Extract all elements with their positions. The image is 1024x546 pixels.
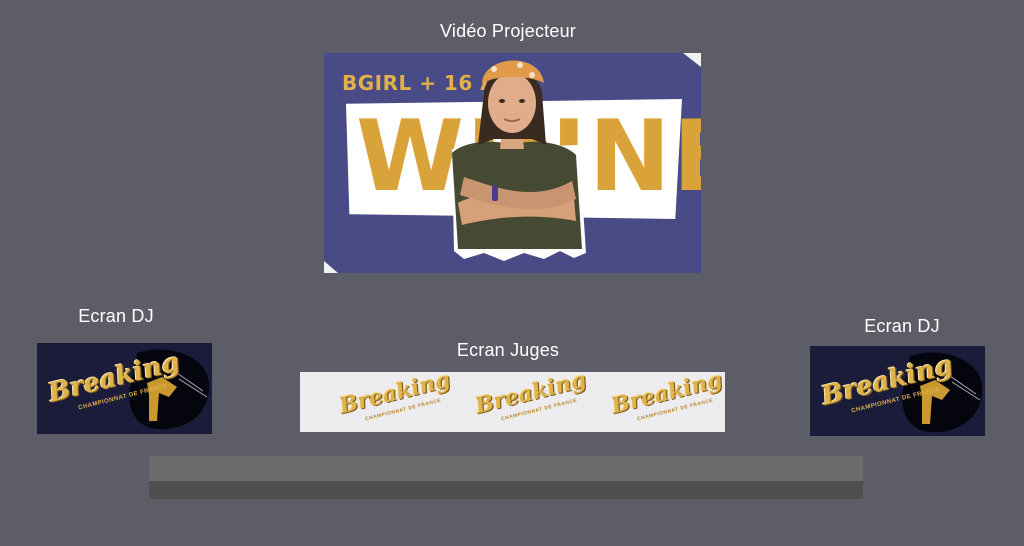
judges-screen[interactable]: Breaking CHAMPIONNAT DE FRANCE Breaking … — [300, 372, 725, 432]
dj-screen-right[interactable]: Breaking CHAMPIONNAT DE FRANCE — [810, 346, 985, 436]
stage-front — [149, 456, 863, 481]
projector-label: Vidéo Projecteur — [440, 21, 576, 41]
dj-left-label: Ecran DJ — [78, 306, 154, 326]
dancer-photo — [452, 60, 586, 261]
stage-base — [149, 481, 863, 499]
projector-screen[interactable]: WINNER BGIRL + 16 ANS — [324, 53, 701, 273]
judges-label: Ecran Juges — [456, 340, 560, 360]
dj-right-label: Ecran DJ — [864, 316, 940, 336]
dj-screen-left[interactable]: Breaking CHAMPIONNAT DE FRANCE — [37, 343, 212, 434]
